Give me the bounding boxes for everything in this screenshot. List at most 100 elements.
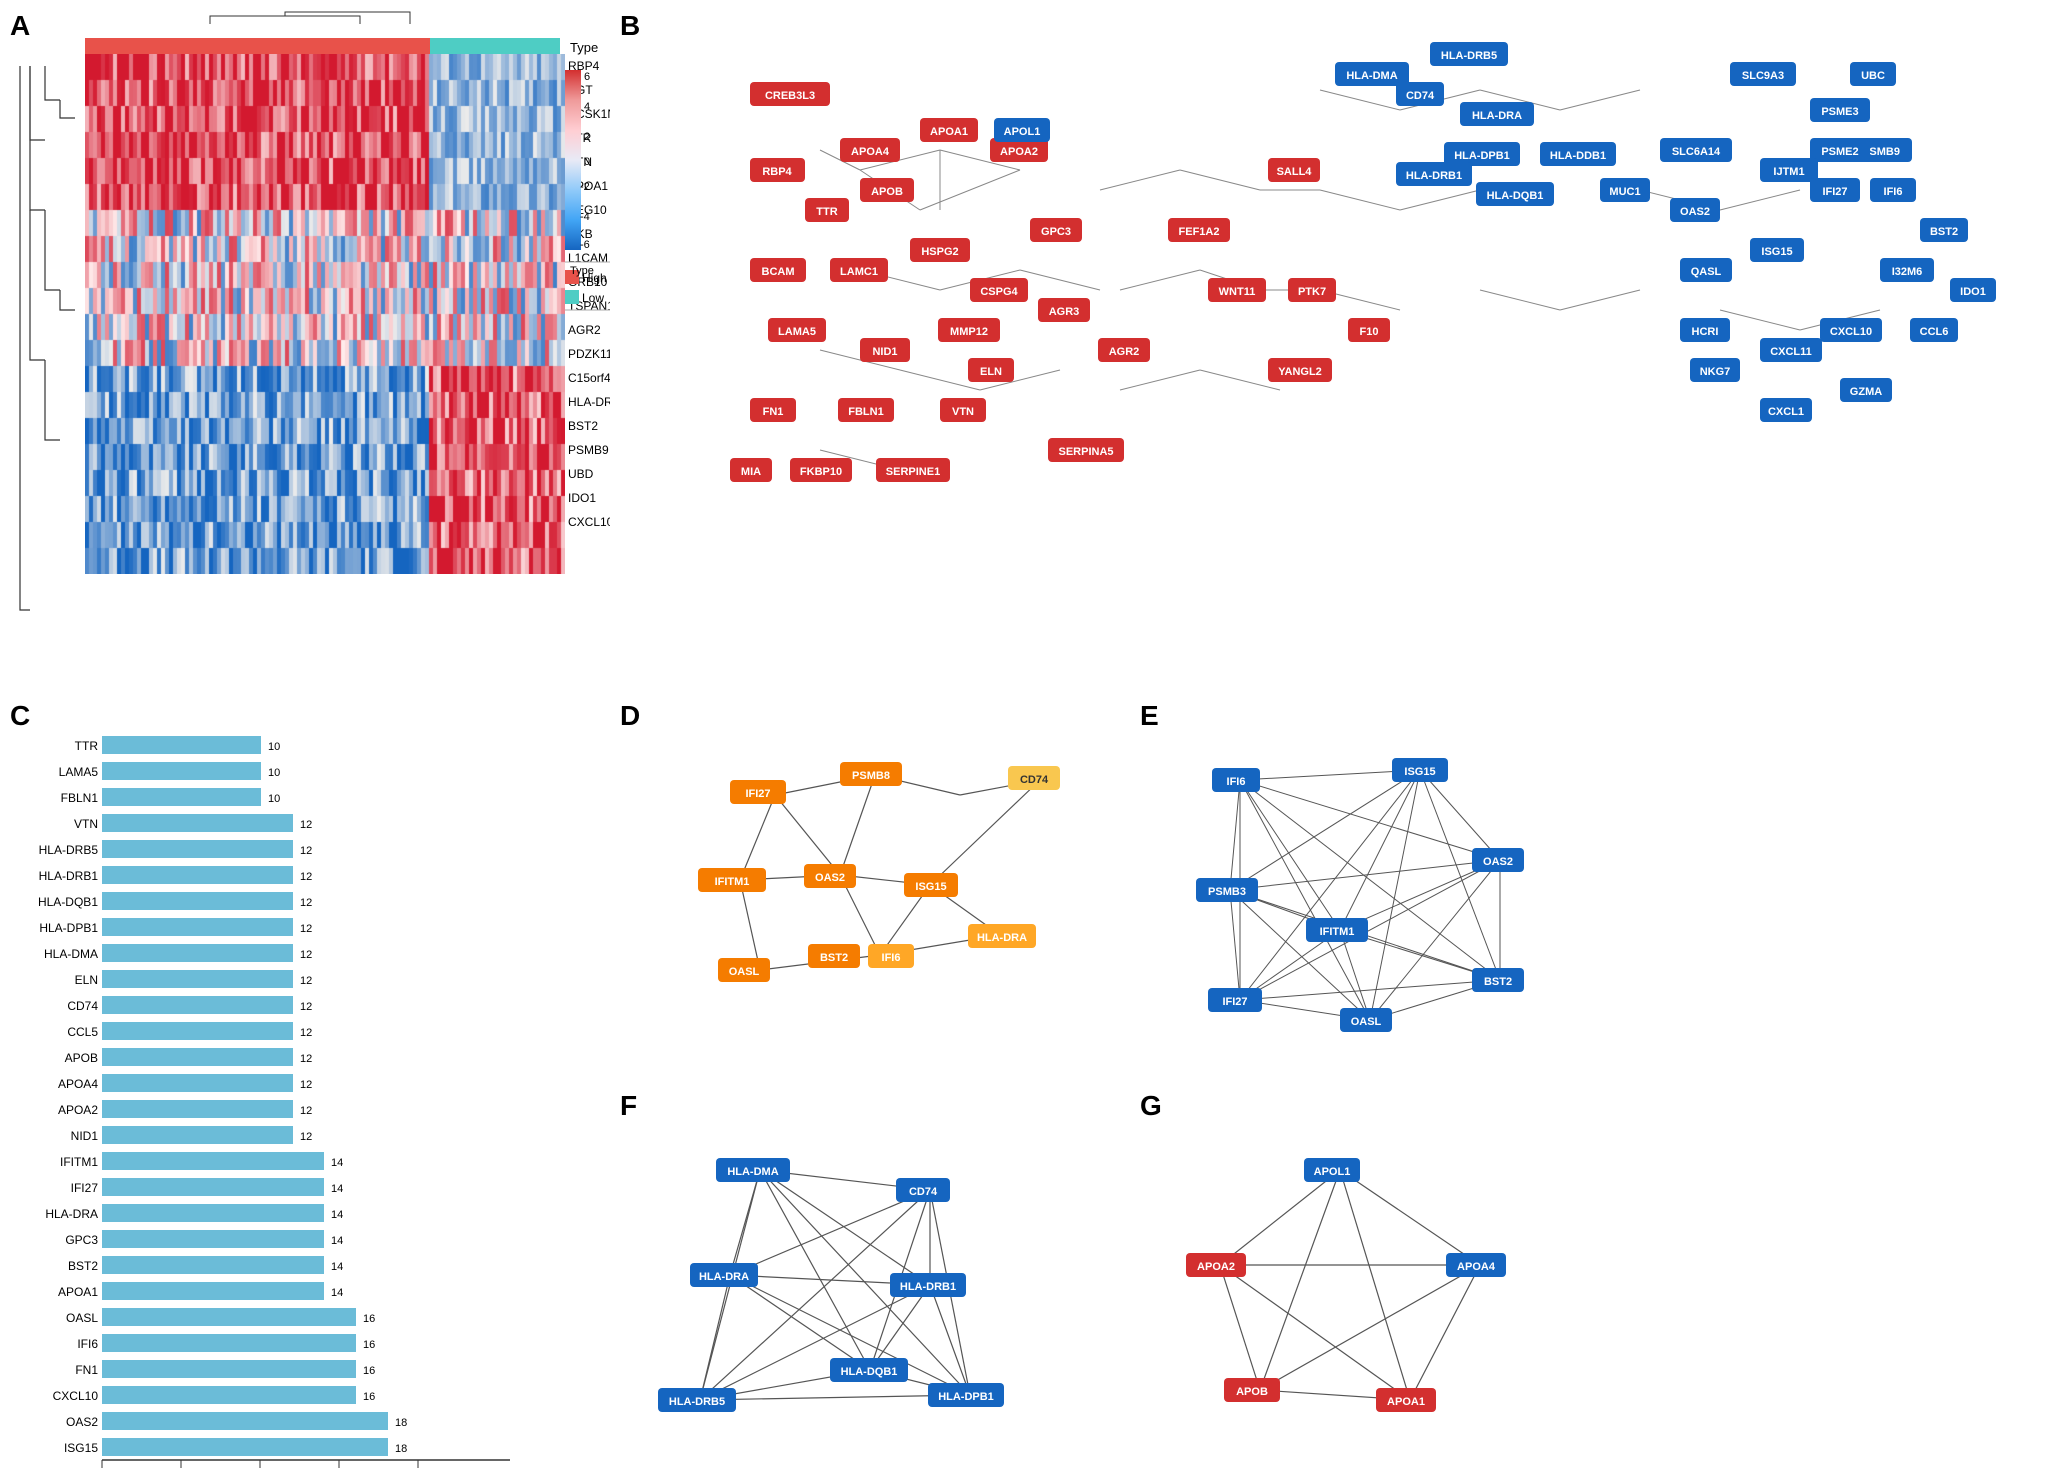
panel-b: B [620,10,2040,690]
svg-text:HLA-DMA: HLA-DMA [44,947,98,961]
svg-text:RBP4: RBP4 [762,166,792,178]
svg-text:HLA-DRB1: HLA-DRB1 [1406,170,1462,182]
svg-text:10: 10 [268,793,280,805]
svg-text:18: 18 [395,1417,407,1429]
svg-text:12: 12 [300,1105,312,1117]
svg-text:CXCL10: CXCL10 [568,515,610,529]
network-b-svg: CREB3L3 RBP4 APOA4 APOA1 APOA2 APOB TT [620,10,2040,690]
svg-text:CD74: CD74 [1406,90,1435,102]
network-d-svg: IFI27 PSMB8 CD74 IFITM1 OAS2 ISG15 HLA [620,700,1120,1080]
svg-text:HLA-DPB1: HLA-DPB1 [1454,150,1510,162]
svg-text:12: 12 [300,949,312,961]
svg-text:BST2: BST2 [1484,976,1512,988]
svg-text:FKBP10: FKBP10 [800,466,842,478]
svg-text:BST2: BST2 [568,419,598,433]
svg-text:IFITM1: IFITM1 [60,1155,98,1169]
svg-text:FBLN1: FBLN1 [848,406,883,418]
svg-text:BST2: BST2 [68,1259,98,1273]
svg-text:HLA-DRA: HLA-DRA [1472,110,1522,122]
network-e-edges [1230,770,1500,1020]
network-b-blue-nodes: HLA-DMA HLA-DRB5 CD74 HLA-DRA HLA-DPB1 H… [994,42,1996,422]
panel-g: G APOL1 APOA2 APOA4 [1140,1090,1590,1470]
svg-text:OASL: OASL [66,1311,98,1325]
panel-d: D IFI27 PSMB8 [620,700,1120,1080]
low-bar [430,38,560,54]
panel-c: C TTR 10 LAMA5 10 FBLN1 10 [10,700,590,1470]
svg-text:HLA-DRA: HLA-DRA [45,1207,98,1221]
svg-text:APOA2: APOA2 [1197,1261,1235,1273]
svg-text:UBD: UBD [568,467,594,481]
svg-text:14: 14 [331,1287,343,1299]
scale-neg4: -4 [580,211,590,223]
svg-text:14: 14 [331,1157,343,1169]
svg-text:12: 12 [300,975,312,987]
bar-chart-content: TTR 10 LAMA5 10 FBLN1 10 VTN 12 [38,736,510,1470]
svg-text:HLA-DRB1: HLA-DRB1 [39,869,99,883]
svg-text:APOA2: APOA2 [1000,146,1038,158]
svg-text:CXCL10: CXCL10 [53,1389,99,1403]
svg-text:L1CAM: L1CAM [568,251,608,265]
svg-text:FN1: FN1 [75,1363,98,1377]
svg-text:FBLN1: FBLN1 [61,791,99,805]
svg-text:APOA2: APOA2 [58,1103,98,1117]
svg-text:CXCL10: CXCL10 [1830,326,1872,338]
svg-text:ISG15: ISG15 [64,1441,98,1455]
scale-2: 2 [584,131,590,143]
scale-6: 6 [584,71,590,83]
svg-text:PSMB9: PSMB9 [568,443,609,457]
svg-text:HLA-DRB1: HLA-DRB1 [900,1281,956,1293]
svg-text:PSMB3: PSMB3 [1208,886,1246,898]
svg-text:LAMC1: LAMC1 [840,266,878,278]
svg-text:APOL1: APOL1 [1314,1166,1351,1178]
svg-text:GPC3: GPC3 [65,1233,98,1247]
svg-text:HLA-DRB5: HLA-DRB5 [39,843,99,857]
svg-text:TTR: TTR [816,206,837,218]
svg-text:16: 16 [363,1313,375,1325]
svg-text:IFI6: IFI6 [77,1337,98,1351]
svg-text:HLA-DPB1: HLA-DPB1 [39,921,98,935]
heatmap-canvas [85,54,565,574]
svg-text:HLA-DMA: HLA-DMA [727,1166,778,1178]
svg-text:HLA-DRA: HLA-DRA [977,932,1027,944]
svg-text:CD74: CD74 [67,999,98,1013]
svg-text:12: 12 [300,923,312,935]
svg-text:FEF1A2: FEF1A2 [1179,226,1220,238]
svg-text:14: 14 [331,1209,343,1221]
legend-low-swatch [565,290,579,304]
svg-text:APOB: APOB [65,1051,98,1065]
svg-text:ISG15: ISG15 [1761,246,1792,258]
svg-text:IFITM1: IFITM1 [715,876,750,888]
svg-text:CD74: CD74 [1020,774,1049,786]
svg-text:IFI6: IFI6 [1227,776,1246,788]
svg-text:16: 16 [363,1365,375,1377]
svg-text:ISG15: ISG15 [1404,766,1435,778]
svg-text:APOA1: APOA1 [930,126,968,138]
svg-text:IFI6: IFI6 [882,952,901,964]
svg-text:GPC3: GPC3 [1041,226,1071,238]
svg-text:HLA-DRB5: HLA-DRB5 [568,395,610,409]
svg-text:14: 14 [331,1235,343,1247]
dendrogram-top [210,12,410,24]
svg-text:MUC1: MUC1 [1609,186,1640,198]
svg-text:OASL: OASL [1351,1016,1382,1028]
svg-text:SERPINE1: SERPINE1 [886,466,940,478]
svg-text:IFITM1: IFITM1 [1320,926,1355,938]
svg-text:HLA-DRA: HLA-DRA [699,1271,749,1283]
svg-text:YANGL2: YANGL2 [1278,366,1322,378]
svg-text:OAS2: OAS2 [66,1415,98,1429]
svg-text:ISG15: ISG15 [915,881,946,893]
svg-text:QASL: QASL [1691,266,1722,278]
svg-text:HLA-DQB1: HLA-DQB1 [38,895,98,909]
svg-text:AGR2: AGR2 [1109,346,1140,358]
network-g-svg: APOL1 APOA2 APOA4 APOB APOA1 [1140,1090,1590,1470]
svg-text:CSPG4: CSPG4 [980,286,1018,298]
svg-text:IFI27: IFI27 [71,1181,99,1195]
svg-text:FN1: FN1 [763,406,784,418]
svg-text:12: 12 [300,819,312,831]
svg-text:SERPINA5: SERPINA5 [1058,446,1113,458]
svg-text:PSME3: PSME3 [1821,106,1858,118]
scale-neg6: -6 [580,239,590,251]
svg-text:12: 12 [300,871,312,883]
svg-text:HLA-DQB1: HLA-DQB1 [841,1366,898,1378]
color-scale-rect [565,70,581,250]
